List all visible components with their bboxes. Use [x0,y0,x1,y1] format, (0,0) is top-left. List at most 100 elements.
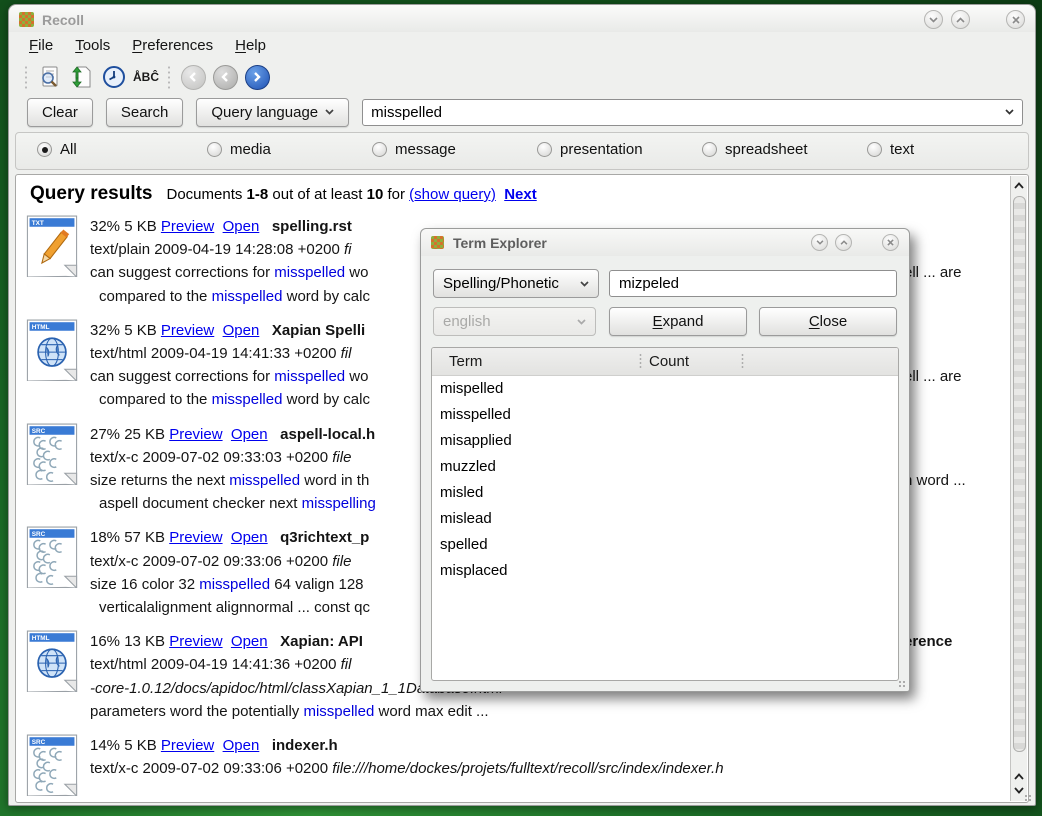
dialog-resize-grip[interactable] [898,680,906,688]
first-page-button[interactable] [179,63,207,91]
term-row[interactable]: muzzled [432,454,898,480]
preview-link[interactable]: Preview [161,218,214,235]
dialog-maximize-button[interactable] [835,234,852,251]
column-separator[interactable] [741,353,744,370]
term-explorer-button[interactable]: ÅBĈ [132,63,160,91]
html-file-icon[interactable]: HTML [26,319,78,381]
term-row[interactable]: mispelled [432,376,898,402]
svg-text:TXT: TXT [32,220,44,227]
dialog-close-button[interactable] [882,234,899,251]
text: word by calc [282,391,370,408]
text: text/x-c 2009-07-02 09:33:03 +0200 [90,449,332,466]
term-row[interactable]: spelled [432,532,898,558]
search-button[interactable]: Search [106,98,184,127]
src-file-icon[interactable]: SRC [26,526,78,588]
src-file-icon[interactable]: SRC [26,423,78,485]
text: file [332,449,351,466]
column-separator[interactable] [639,353,642,370]
open-link[interactable]: Open [223,218,260,235]
query-combobox[interactable]: misspelled [362,99,1023,126]
term-row[interactable]: misapplied [432,428,898,454]
term-input[interactable]: mizpeled [609,270,897,297]
html-file-icon[interactable]: HTML [26,630,78,692]
titlebar[interactable]: Recoll [9,5,1035,32]
text [259,737,272,754]
term-row[interactable]: misled [432,480,898,506]
result-line: can suggest corrections for misspelled w… [90,365,370,388]
open-link[interactable]: Open [231,633,268,650]
term-row[interactable]: mislead [432,506,898,532]
next-link[interactable]: Next [504,186,537,203]
highlighted-term: misspelled [199,576,270,593]
preview-link[interactable]: Preview [169,633,222,650]
language-select[interactable]: english [433,307,596,336]
preview-link[interactable]: Preview [169,529,222,546]
count-column-header[interactable]: Count [649,353,689,370]
text: size 16 color 32 [90,576,199,593]
filter-radio-presentation[interactable]: presentation [537,141,643,158]
advanced-search-button[interactable] [36,63,64,91]
document-history-button[interactable] [100,63,128,91]
vertical-scrollbar[interactable] [1010,176,1027,801]
text: fil [341,345,352,362]
chevron-up-icon [956,17,965,23]
toolbar-handle[interactable] [167,65,172,89]
scroll-up-icon[interactable] [1011,178,1027,192]
highlighted-term: misspelled [303,703,374,720]
menu-item-preferences[interactable]: Preferences [124,35,221,56]
highlighted-term: misspelled [212,288,283,305]
sort-parameters-button[interactable] [68,63,96,91]
filter-radio-all[interactable]: All [37,141,77,158]
window-resize-grip[interactable] [1024,794,1032,802]
menu-item-file[interactable]: File [21,35,61,56]
dialog-titlebar[interactable]: Term Explorer [421,229,909,256]
show-query-link[interactable]: (show query) [409,186,496,203]
results-title: Query results [30,183,153,205]
term-table-header[interactable]: Term Count [432,348,898,376]
expand-button[interactable]: Expand [609,307,747,336]
previous-page-button[interactable] [211,63,239,91]
radio-icon [207,142,222,157]
filter-radio-text[interactable]: text [867,141,914,158]
filter-radio-message[interactable]: message [372,141,456,158]
open-link[interactable]: Open [223,322,260,339]
term-row[interactable]: misspelled [432,402,898,428]
filter-radio-media[interactable]: media [207,141,271,158]
next-page-button[interactable] [243,63,271,91]
open-link[interactable]: Open [231,529,268,546]
radio-icon [537,142,552,157]
scrollbar-thumb[interactable] [1013,196,1026,752]
clear-button[interactable]: Clear [27,98,93,127]
text [259,322,272,339]
expand-mode-select[interactable]: Spelling/Phonetic [433,269,599,298]
scroll-up-icon-bottom[interactable] [1011,769,1027,783]
open-link[interactable]: Open [231,426,268,443]
menu-item-tools[interactable]: Tools [67,35,118,56]
search-mode-dropdown[interactable]: Query language [196,98,349,127]
arrow-left-icon [213,65,238,90]
menu-item-help[interactable]: Help [227,35,274,56]
minimize-button[interactable] [924,10,943,29]
preview-link[interactable]: Preview [161,737,214,754]
src-file-icon[interactable]: SRC [26,734,78,796]
preview-link[interactable]: Preview [169,426,222,443]
text: q3richtext_p [280,529,369,546]
close-button[interactable] [1006,10,1025,29]
open-link[interactable]: Open [223,737,260,754]
chevron-up-icon [840,240,848,245]
term-column-header[interactable]: Term [449,353,482,370]
dialog-minimize-button[interactable] [811,234,828,251]
dialog-close-action-button[interactable]: Close [759,307,897,336]
txt-file-icon[interactable]: TXT [26,215,78,277]
window-title: Recoll [42,12,916,28]
dialog-row-1: Spelling/Phonetic mizpeled [433,269,897,298]
term-explorer-icon: ÅBĈ [133,70,159,84]
chevron-down-icon [1005,109,1014,115]
filter-radio-spreadsheet[interactable]: spreadsheet [702,141,808,158]
preview-link[interactable]: Preview [161,322,214,339]
recoll-app-icon [431,236,444,249]
term-row[interactable]: misplaced [432,558,898,584]
text: Documents [167,186,247,203]
toolbar-handle[interactable] [24,65,29,89]
maximize-button[interactable] [951,10,970,29]
